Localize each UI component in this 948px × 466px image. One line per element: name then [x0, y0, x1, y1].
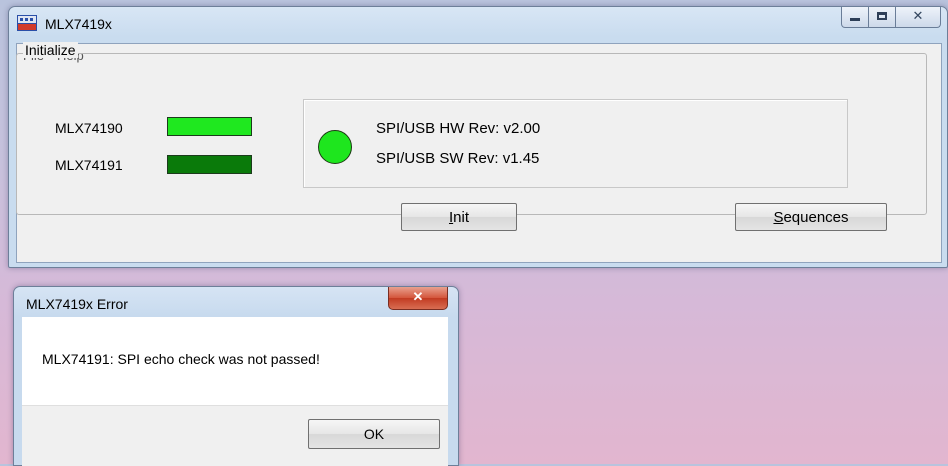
- sw-revision-text: SPI/USB SW Rev: v1.45: [376, 150, 540, 167]
- close-icon: ✕: [912, 8, 924, 24]
- chip-label-mlx74191: MLX74191: [55, 157, 123, 173]
- revision-panel: SPI/USB HW Rev: v2.00 SPI/USB SW Rev: v1…: [303, 99, 848, 188]
- error-dialog-title[interactable]: MLX7419x Error: [26, 296, 128, 312]
- error-dialog: MLX7419x Error ✕ MLX74191: SPI echo chec…: [13, 286, 459, 466]
- window-title: MLX7419x: [45, 16, 112, 32]
- maximize-icon: [877, 12, 887, 20]
- close-button[interactable]: ✕: [896, 7, 941, 28]
- error-dialog-footer: OK: [22, 405, 448, 466]
- error-dialog-close-button[interactable]: ✕: [388, 287, 448, 310]
- caption-buttons: ✕: [841, 7, 941, 28]
- sequences-button[interactable]: Sequences: [735, 203, 887, 231]
- initialize-group-label: Initialize: [23, 42, 78, 58]
- sequences-label-rest: equences: [783, 208, 849, 226]
- main-window: MLX7419x ✕ File Help Initialize MLX74190…: [8, 6, 948, 268]
- chip-status-led-mlx74191: [167, 155, 252, 174]
- main-titlebar[interactable]: MLX7419x ✕: [9, 7, 947, 39]
- ok-button[interactable]: OK: [308, 419, 440, 449]
- chip-status-led-mlx74190: [167, 117, 252, 136]
- hw-revision-text: SPI/USB HW Rev: v2.00: [376, 120, 541, 137]
- app-icon: [17, 15, 37, 31]
- error-dialog-body: MLX74191: SPI echo check was not passed!: [22, 317, 448, 405]
- minimize-icon: [850, 18, 860, 21]
- error-message: MLX74191: SPI echo check was not passed!: [42, 351, 320, 367]
- chip-label-mlx74190: MLX74190: [55, 120, 123, 136]
- minimize-button[interactable]: [841, 7, 869, 28]
- init-button[interactable]: Init: [401, 203, 517, 231]
- close-icon: ✕: [412, 289, 424, 305]
- connection-status-indicator: [318, 130, 352, 164]
- maximize-button[interactable]: [869, 7, 896, 28]
- init-label-rest: nit: [453, 208, 469, 226]
- sequences-mnemonic: S: [773, 208, 784, 226]
